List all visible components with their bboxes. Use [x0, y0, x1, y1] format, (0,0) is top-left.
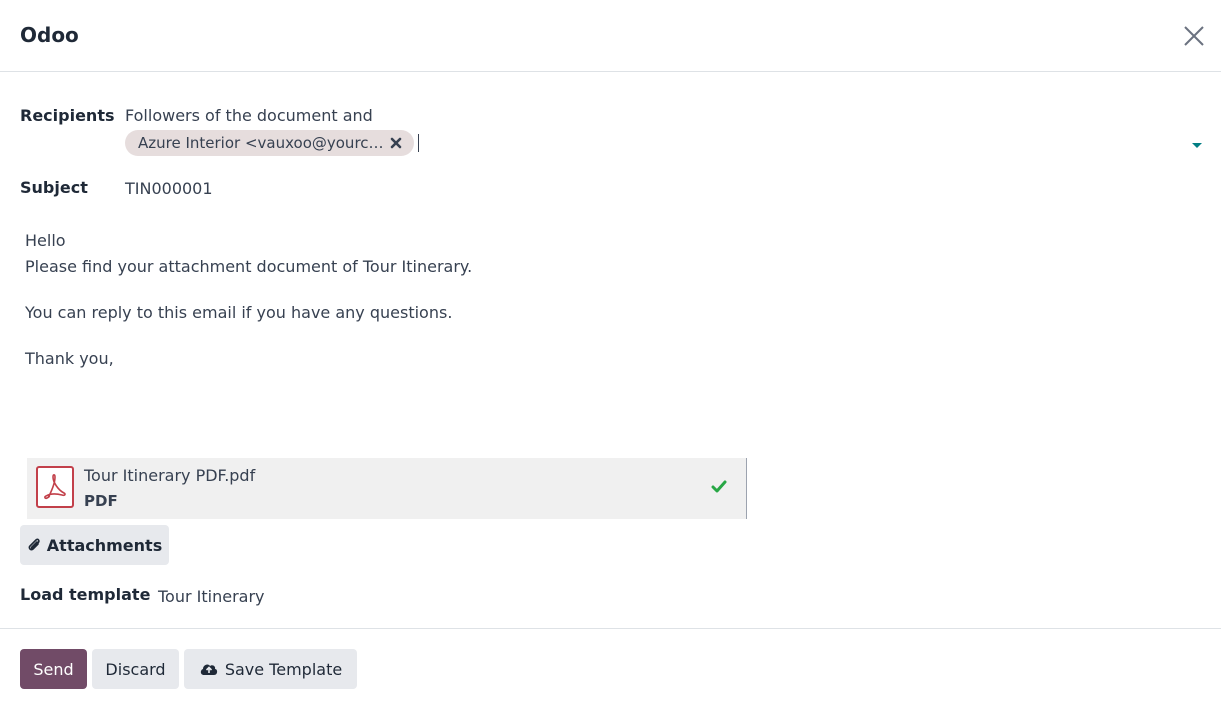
recipients-input[interactable] — [418, 134, 419, 152]
template-label: Load template — [20, 585, 151, 604]
recipients-label: Recipients — [20, 106, 115, 125]
dialog-footer — [0, 628, 1221, 629]
discard-button[interactable]: Discard — [92, 649, 179, 689]
body-line: Please find your attachment document of … — [25, 257, 473, 276]
attachment-name: Tour Itinerary PDF.pdf — [84, 466, 256, 485]
attachment-card[interactable]: Tour Itinerary PDF.pdf PDF — [27, 458, 747, 519]
pdf-file-icon — [36, 466, 74, 508]
body-line: You can reply to this email if you have … — [25, 303, 453, 322]
save-template-label: Save Template — [224, 659, 343, 679]
attachments-label: Attachments — [46, 535, 163, 555]
body-line: Thank you, — [25, 349, 114, 368]
attachments-button[interactable]: Attachments — [20, 525, 169, 565]
subject-field[interactable]: TIN000001 — [125, 179, 213, 198]
subject-label: Subject — [20, 178, 88, 197]
body-line: Hello — [25, 231, 66, 250]
cloud-upload-icon — [200, 664, 217, 675]
check-icon — [711, 480, 727, 493]
recipients-text: Followers of the document and — [125, 106, 373, 125]
remove-tag-icon[interactable] — [389, 136, 403, 150]
recipient-tag-label: Azure Interior <vauxoo@yourc… — [138, 134, 384, 152]
recipient-tag[interactable]: Azure Interior <vauxoo@yourc… — [125, 130, 414, 156]
chevron-down-icon[interactable] — [1192, 143, 1202, 148]
attachment-type: PDF — [84, 492, 118, 510]
close-icon[interactable] — [1180, 22, 1208, 50]
save-template-button[interactable]: Save Template — [184, 649, 357, 689]
dialog-title: Odoo — [20, 23, 79, 47]
dialog-header: Odoo — [0, 0, 1221, 72]
send-button[interactable]: Send — [20, 649, 87, 689]
paperclip-icon — [28, 538, 40, 551]
template-select[interactable]: Tour Itinerary — [158, 587, 265, 606]
email-body[interactable]: Hello Please find your attachment docume… — [25, 228, 472, 372]
